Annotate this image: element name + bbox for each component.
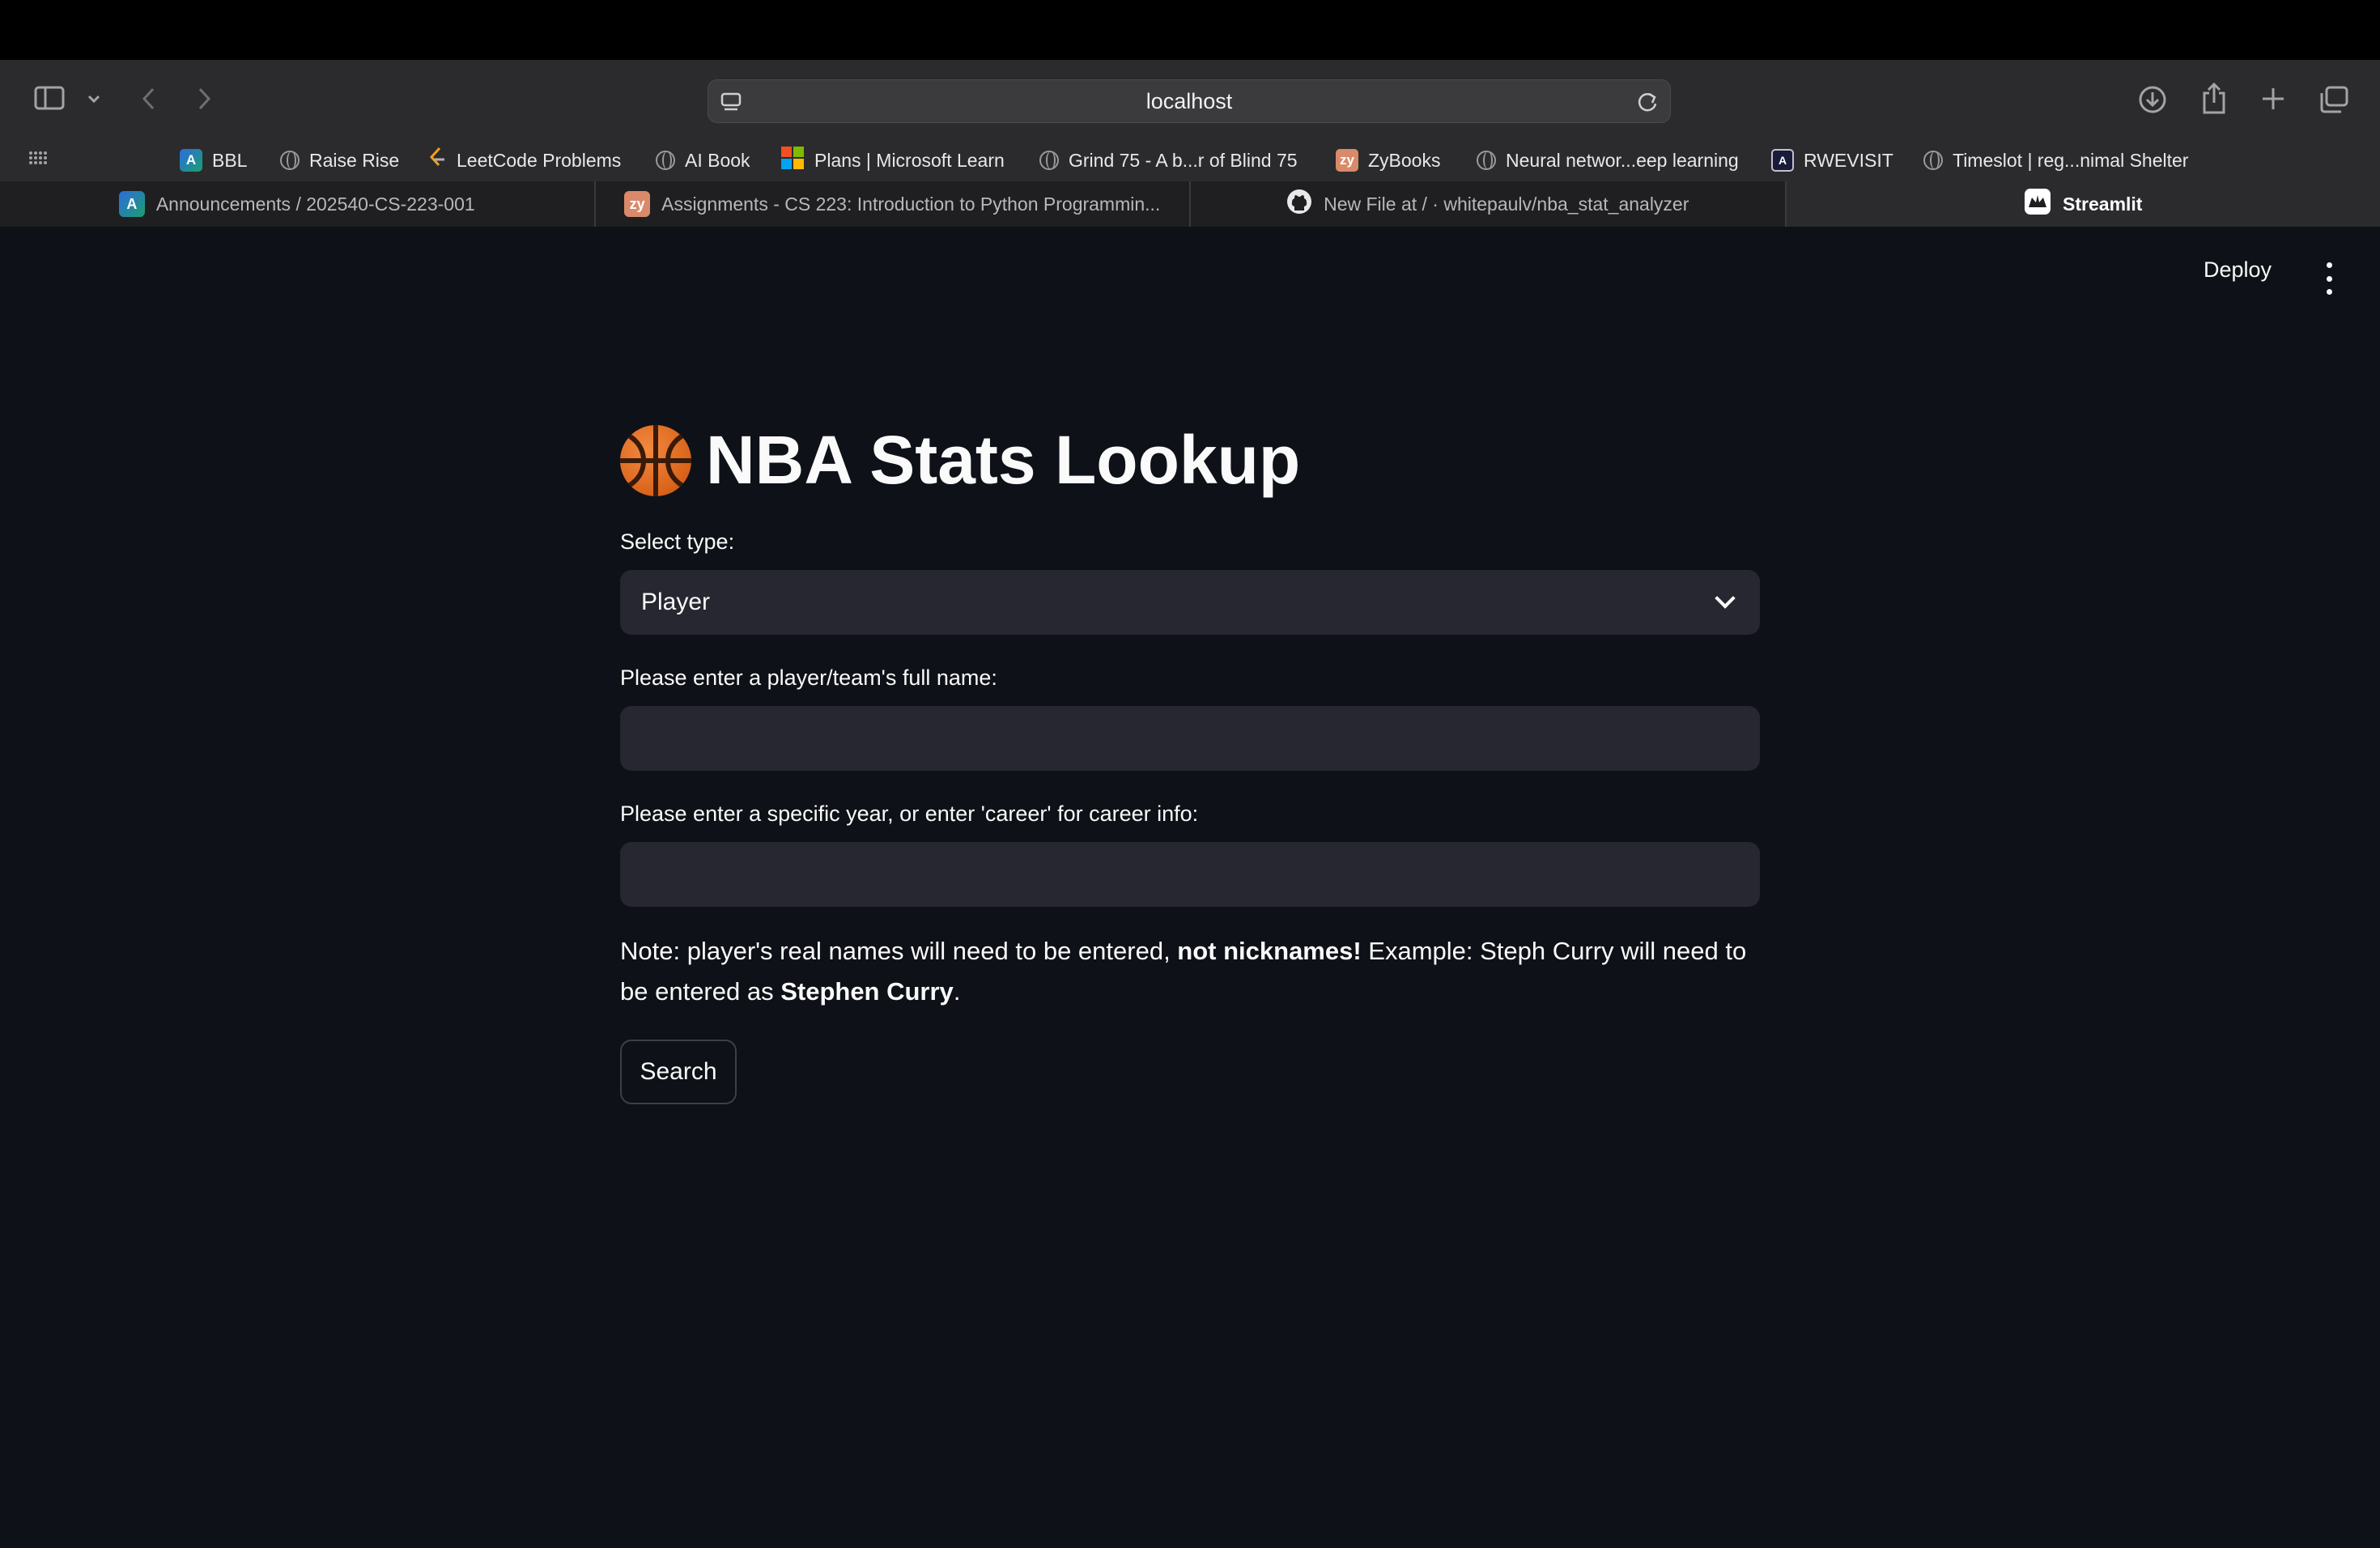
bookmark-label: LeetCode Problems (457, 149, 622, 171)
basketball-icon (620, 424, 691, 496)
bookmark-microsoft-learn[interactable]: Plans | Microsoft Learn (780, 142, 1005, 178)
browser-toolbar: localhost (0, 60, 2380, 141)
bookmark-label: BBL (212, 149, 248, 171)
bookmark-ai-book[interactable]: AI Book (656, 142, 750, 178)
streamlit-icon (2024, 188, 2051, 220)
tab-bar: A Announcements / 202540-CS-223-001 zy A… (0, 181, 2380, 227)
tab-overview-icon[interactable] (2318, 84, 2349, 115)
bookmark-bbl[interactable]: A BBL (180, 142, 247, 178)
type-select-label: Select type: (620, 529, 735, 554)
microsoft-icon (780, 146, 805, 175)
browser-chrome: localhost A BBL Raise Rise LeetCode Prob… (0, 60, 2380, 181)
bookmark-label: AI Book (685, 149, 750, 171)
bookmark-label: Grind 75 - A b...r of Blind 75 (1069, 149, 1298, 171)
search-button[interactable]: Search (620, 1040, 737, 1104)
bookmark-label: Neural networ...eep learning (1506, 149, 1739, 171)
type-select-value: Player (641, 589, 711, 615)
tab-label: Assignments - CS 223: Introduction to Py… (661, 193, 1161, 215)
menu-bar (0, 0, 2380, 60)
note-text: Note: player's real names will need to b… (620, 937, 1747, 1006)
bookmark-label: Raise Rise (309, 149, 400, 171)
canvas-icon: A (180, 149, 202, 172)
name-input[interactable] (620, 706, 1760, 771)
tab-label: Announcements / 202540-CS-223-001 (155, 193, 475, 215)
bookmark-label: RWEVISIT (1804, 149, 1893, 171)
type-select[interactable]: Player (620, 570, 1760, 635)
apps-grid-icon[interactable] (28, 147, 49, 168)
tab-assignments[interactable]: zy Assignments - CS 223: Introduction to… (596, 181, 1191, 227)
bookmark-raise-rise[interactable]: Raise Rise (280, 142, 399, 178)
globe-icon (1923, 151, 1943, 170)
bookmark-timeslot[interactable]: Timeslot | reg...nimal Shelter (1923, 142, 2188, 178)
tab-announcements[interactable]: A Announcements / 202540-CS-223-001 (0, 181, 596, 227)
forward-icon[interactable] (193, 84, 217, 113)
url-text: localhost (1145, 88, 1233, 113)
chevron-down-icon[interactable] (84, 89, 104, 108)
tab-label: New File at / · whitepaulv/nba_stat_anal… (1324, 193, 1689, 215)
tab-github[interactable]: New File at / · whitepaulv/nba_stat_anal… (1191, 181, 1787, 227)
sidebar-toggle-icon[interactable] (32, 84, 66, 112)
globe-icon (280, 151, 300, 170)
downloads-icon[interactable] (2137, 84, 2168, 115)
bookmark-leetcode[interactable]: LeetCode Problems (427, 142, 621, 178)
year-input-label: Please enter a specific year, or enter '… (620, 802, 1199, 826)
tab-streamlit[interactable]: Streamlit (1786, 181, 2380, 227)
tab-label: Streamlit (2063, 193, 2143, 215)
new-tab-icon[interactable] (2259, 84, 2288, 113)
address-bar[interactable]: localhost (708, 79, 1671, 123)
bookmark-grind-75[interactable]: Grind 75 - A b...r of Blind 75 (1039, 142, 1298, 178)
streamlit-app: Deploy NBA Stats Lookup Select type: Pla… (0, 227, 2380, 1548)
bookmark-label: Plans | Microsoft Learn (814, 149, 1005, 171)
zybooks-icon: zy (1336, 149, 1358, 172)
chevron-down-icon (1715, 588, 1736, 609)
globe-icon (1039, 151, 1059, 170)
globe-icon (1477, 151, 1496, 170)
back-icon[interactable] (136, 84, 160, 113)
page-title: NBA Stats Lookup (620, 421, 1300, 500)
canvas-icon: A (118, 191, 145, 217)
site-settings-icon[interactable] (720, 91, 742, 117)
zybooks-icon: zy (624, 191, 651, 217)
bookmark-rwevisit[interactable]: A RWEVISIT (1771, 142, 1893, 178)
bookmark-label: Timeslot | reg...nimal Shelter (1953, 149, 2189, 171)
bookmark-label: ZyBooks (1368, 149, 1441, 171)
page-title-text: NBA Stats Lookup (706, 422, 1301, 498)
deploy-button[interactable]: Deploy (2204, 257, 2272, 283)
bookmark-neural-networks[interactable]: Neural networ...eep learning (1477, 142, 1739, 178)
reload-icon[interactable] (1636, 90, 1659, 118)
bookmark-zybooks[interactable]: zy ZyBooks (1336, 142, 1440, 178)
rwevisit-icon: A (1771, 149, 1794, 172)
name-input-label: Please enter a player/team's full name: (620, 666, 997, 690)
globe-icon (656, 151, 675, 170)
share-icon[interactable] (2199, 81, 2229, 115)
main-menu-icon[interactable] (2317, 262, 2341, 295)
year-input[interactable] (620, 842, 1760, 907)
github-icon (1286, 189, 1312, 219)
leetcode-icon (427, 147, 447, 174)
